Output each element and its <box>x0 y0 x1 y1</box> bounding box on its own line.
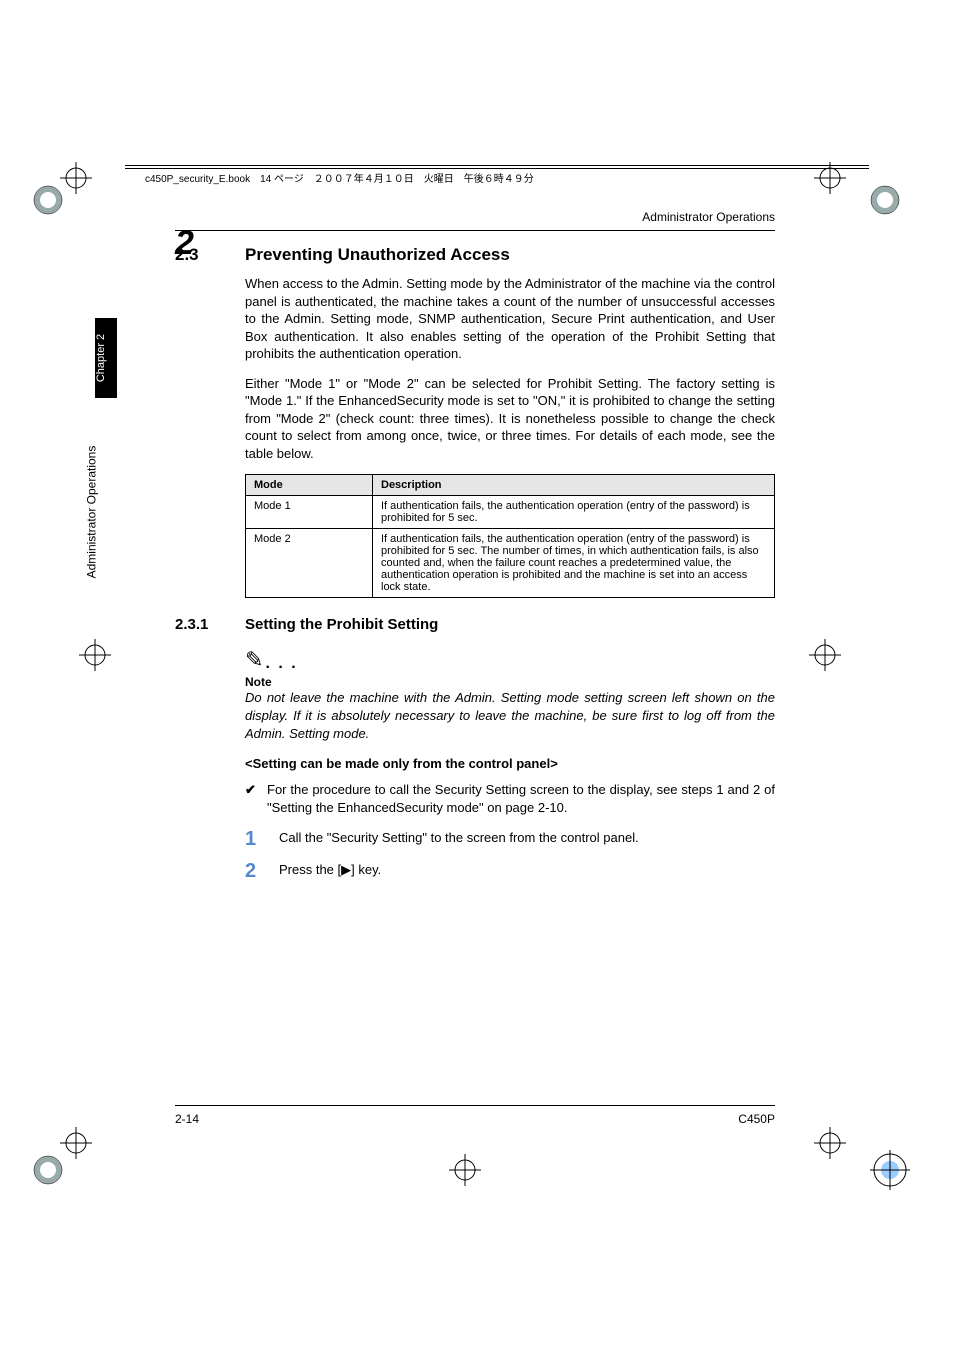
note-block: ✎. . . Note Do not leave the machine wit… <box>245 647 775 742</box>
check-mark-icon: ✔ <box>245 781 256 799</box>
step-number: 1 <box>245 824 256 854</box>
mode-table: Mode Description Mode 1 If authenticatio… <box>245 474 775 598</box>
page-content: Administrator Operations 2 2.3 Preventin… <box>175 210 775 891</box>
crop-mark-bottom-left <box>28 1115 98 1200</box>
note-dots-icon: . . . <box>265 655 297 673</box>
chapter-tab-label: Chapter 2 <box>95 334 107 382</box>
subsection-title: Setting the Prohibit Setting <box>245 616 438 633</box>
section-heading: 2.3 Preventing Unauthorized Access <box>245 245 775 265</box>
crop-mark-mid-left <box>70 630 120 685</box>
step-text: Call the "Security Setting" to the scree… <box>279 830 639 845</box>
crop-mark-bottom-center <box>440 1145 490 1200</box>
step-text: Press the [▶] key. <box>279 862 381 877</box>
step-number: 2 <box>245 856 256 886</box>
note-label: Note <box>245 675 775 689</box>
header-rule <box>125 165 869 169</box>
footer-model: C450P <box>175 1112 775 1126</box>
running-head: Administrator Operations <box>175 210 775 224</box>
footer-rule <box>175 1105 775 1106</box>
subsection-number: 2.3.1 <box>175 616 208 633</box>
crop-mark-bottom-right <box>800 1115 920 1200</box>
table-cell-mode: Mode 2 <box>246 529 373 598</box>
table-row: Mode 1 If authentication fails, the auth… <box>246 496 775 529</box>
panel-only-label: <Setting can be made only from the contr… <box>245 756 775 771</box>
body-paragraph: Either "Mode 1" or "Mode 2" can be selec… <box>245 375 775 463</box>
header-file-label: c450P_security_E.book 14 ページ ２００７年４月１０日 … <box>145 170 534 185</box>
table-cell-desc: If authentication fails, the authenticat… <box>373 496 775 529</box>
subsection-heading: 2.3.1 Setting the Prohibit Setting <box>245 616 775 633</box>
chapter-tab: Chapter 2 <box>95 318 117 398</box>
table-cell-mode: Mode 1 <box>246 496 373 529</box>
side-running-text: Administrator Operations <box>95 415 117 615</box>
prerequisite-text: For the procedure to call the Security S… <box>267 782 775 815</box>
body-paragraph: When access to the Admin. Setting mode b… <box>245 275 775 363</box>
crop-mark-top-left <box>28 150 98 225</box>
table-cell-desc: If authentication fails, the authenticat… <box>373 529 775 598</box>
table-header-description: Description <box>373 475 775 496</box>
crop-mark-top-right <box>800 150 910 225</box>
prerequisite-line: ✔ For the procedure to call the Security… <box>245 781 775 816</box>
table-header-mode: Mode <box>246 475 373 496</box>
note-icon: ✎ <box>245 647 263 673</box>
step-item: 1 Call the "Security Setting" to the scr… <box>245 828 775 848</box>
section-title: Preventing Unauthorized Access <box>245 245 510 264</box>
head-rule <box>175 230 775 231</box>
crop-mark-mid-right <box>800 630 850 685</box>
section-number: 2.3 <box>175 245 199 265</box>
step-item: 2 Press the [▶] key. <box>245 860 775 880</box>
note-body: Do not leave the machine with the Admin.… <box>245 689 775 742</box>
table-row: Mode 2 If authentication fails, the auth… <box>246 529 775 598</box>
